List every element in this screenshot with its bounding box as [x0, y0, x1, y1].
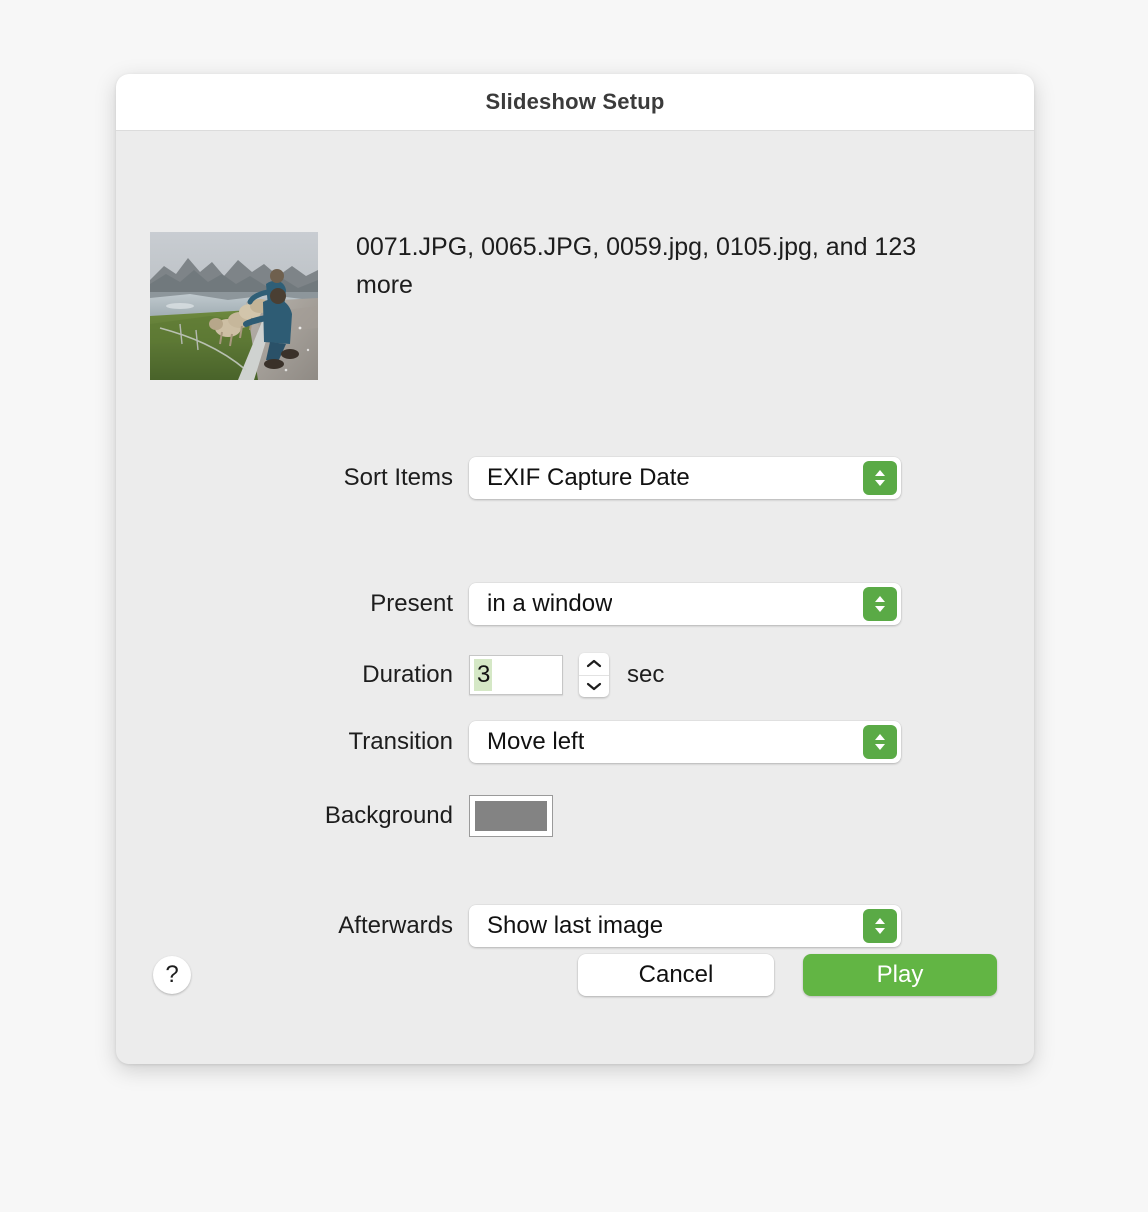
transition-control: Move left [469, 721, 901, 763]
transition-value: Move left [487, 728, 585, 755]
up-down-chevron-icon[interactable] [863, 461, 897, 495]
duration-input[interactable]: 3 [469, 655, 563, 695]
afterwards-label: Afterwards [338, 912, 453, 939]
stepper-down-button[interactable] [579, 676, 609, 698]
photo-thumbnail [150, 232, 318, 380]
background-control [469, 795, 553, 837]
sort-items-popup-button[interactable]: EXIF Capture Date [469, 457, 901, 499]
duration-row: Duration 3 sec [116, 653, 1034, 697]
present-popup-button[interactable]: in a window [469, 583, 901, 625]
sort-items-control: EXIF Capture Date [469, 457, 901, 499]
background-row: Background [116, 794, 1034, 838]
dialog-body: 0071.JPG, 0065.JPG, 0059.jpg, 0105.jpg, … [116, 131, 1034, 1064]
transition-popup-button[interactable]: Move left [469, 721, 901, 763]
file-list-text: 0071.JPG, 0065.JPG, 0059.jpg, 0105.jpg, … [356, 233, 917, 299]
up-down-chevron-icon[interactable] [863, 725, 897, 759]
background-label: Background [324, 802, 453, 829]
cancel-button[interactable]: Cancel [578, 954, 774, 996]
dialog-header: 0071.JPG, 0065.JPG, 0059.jpg, 0105.jpg, … [116, 131, 1034, 380]
dialog-titlebar: Slideshow Setup [116, 74, 1034, 131]
background-color-swatch [475, 801, 547, 831]
slideshow-setup-dialog: Slideshow Setup 0071.JPG, 0065.JPG, 0059… [116, 74, 1034, 1064]
duration-label: Duration [362, 661, 453, 688]
chevron-down-icon [586, 683, 602, 691]
dialog-footer: ? Cancel Play [116, 945, 1034, 1064]
transition-row: Transition Move left [116, 720, 1034, 764]
duration-control: 3 sec [469, 653, 664, 697]
afterwards-popup-button[interactable]: Show last image [469, 905, 901, 947]
afterwards-control: Show last image [469, 905, 901, 947]
play-button[interactable]: Play [803, 954, 997, 996]
question-mark-icon: ? [165, 961, 179, 988]
stepper-up-button[interactable] [579, 653, 609, 676]
up-down-chevron-icon[interactable] [863, 587, 897, 621]
afterwards-value: Show last image [487, 912, 664, 939]
transition-label: Transition [348, 728, 453, 755]
duration-value: 3 [474, 659, 493, 691]
afterwards-row: Afterwards Show last image [116, 904, 1034, 948]
present-label: Present [370, 590, 453, 617]
sort-items-row: Sort Items EXIF Capture Date [116, 456, 1034, 500]
duration-stepper[interactable] [579, 653, 609, 697]
present-control: in a window [469, 583, 901, 625]
sort-items-value: EXIF Capture Date [487, 464, 690, 491]
thumbnail-image [150, 232, 318, 380]
sort-items-label: Sort Items [343, 464, 453, 491]
dialog-title: Slideshow Setup [485, 89, 665, 114]
duration-unit-label: sec [627, 661, 665, 688]
up-down-chevron-icon[interactable] [863, 909, 897, 943]
background-color-well[interactable] [469, 795, 553, 837]
help-button[interactable]: ? [153, 956, 191, 994]
present-row: Present in a window [116, 582, 1034, 626]
chevron-up-icon [586, 659, 602, 667]
present-value: in a window [487, 590, 613, 617]
